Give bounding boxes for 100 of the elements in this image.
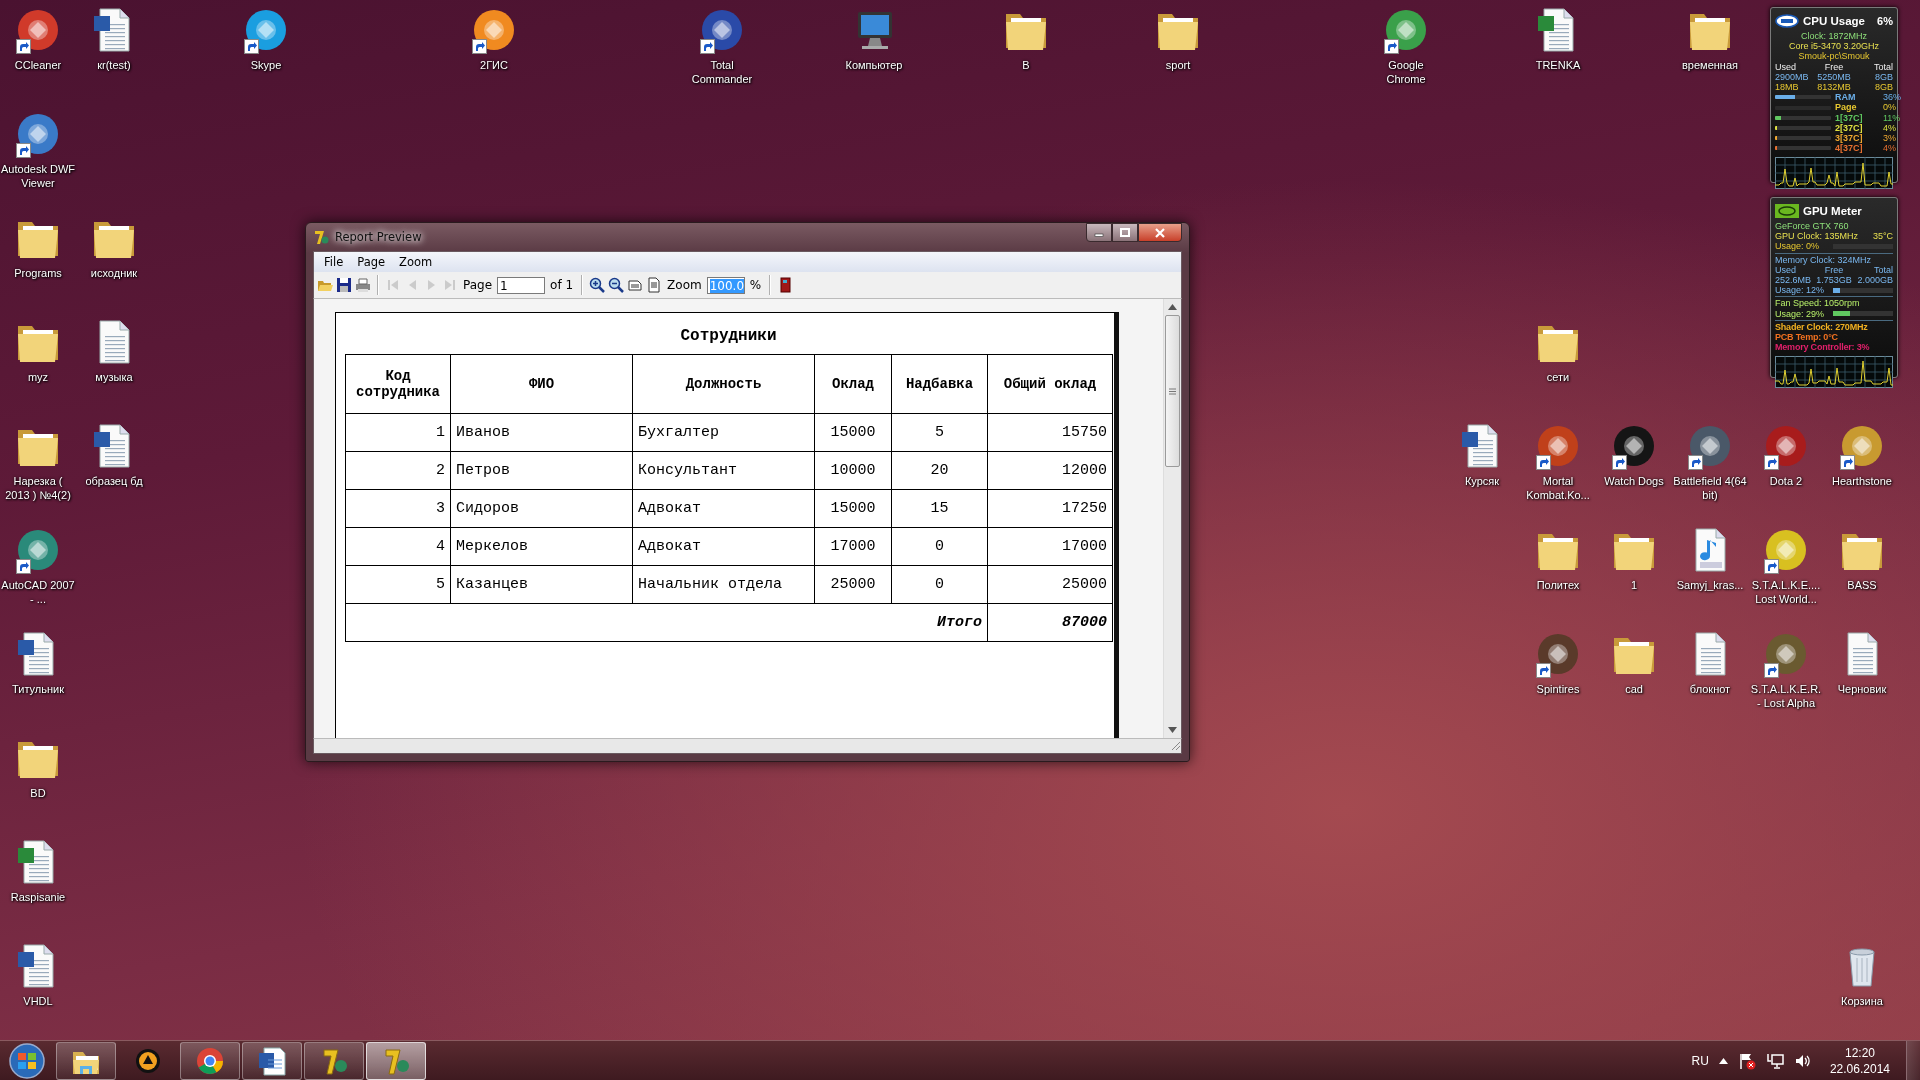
zoom-in-icon[interactable]: [589, 277, 606, 293]
page-field[interactable]: 1: [497, 276, 546, 294]
icon-label[interactable]: Autodesk DWF Viewer: [0, 162, 76, 190]
table-cell: 17250: [987, 489, 1113, 528]
window-title: Report Preview: [335, 230, 422, 244]
icon-label[interactable]: Hearthstone: [1832, 474, 1892, 488]
taskbar-button[interactable]: [56, 1041, 116, 1080]
sensor-text: PCB Temp: 0°C: [1775, 332, 1839, 343]
icon-label[interactable]: музыка: [95, 370, 133, 384]
minimize-button[interactable]: [1086, 223, 1112, 242]
resize-grip-icon[interactable]: [1169, 739, 1181, 751]
user-text: Smouk-pc\Smouk: [1797, 51, 1871, 62]
network-icon[interactable]: [1765, 1051, 1784, 1070]
meter-value: 11%: [1883, 112, 1901, 123]
icon-label[interactable]: Черновик: [1837, 682, 1887, 696]
close-button[interactable]: [1138, 223, 1182, 242]
icon-label[interactable]: myz: [27, 370, 49, 384]
table-cell: Адвокат: [632, 489, 815, 528]
icon-label[interactable]: VHDL: [23, 994, 53, 1008]
icon-label[interactable]: блокнот: [1689, 682, 1731, 696]
column-header: Free: [1823, 61, 1845, 72]
door-icon[interactable]: [777, 277, 794, 293]
scroll-down-icon[interactable]: [1168, 727, 1177, 733]
taskbar-button[interactable]: [366, 1041, 426, 1080]
icon-label[interactable]: Компьютер: [845, 58, 903, 72]
clock-date[interactable]: 22.06.2014: [1829, 1060, 1890, 1077]
up-arrow-icon[interactable]: [1718, 1057, 1728, 1064]
table-cell: 15000: [814, 489, 892, 528]
taskbar-button[interactable]: [304, 1041, 364, 1080]
language-indicator[interactable]: RU: [1691, 1053, 1709, 1068]
icon-label[interactable]: Raspisanie: [10, 890, 66, 904]
taskbar-button[interactable]: [180, 1041, 240, 1080]
vertical-scrollbar[interactable]: [1163, 299, 1181, 738]
clock-time[interactable]: 12:20: [1844, 1044, 1875, 1061]
icon-label[interactable]: образец бд: [85, 474, 143, 488]
grip-lines-icon[interactable]: [1169, 387, 1176, 395]
show-desktop-button[interactable]: [1906, 1040, 1920, 1080]
memory-value: 8GB: [1873, 71, 1893, 82]
column-header: Used: [1775, 61, 1797, 72]
icon-label[interactable]: S.T.A.L.K.E.... Lost World...: [1748, 578, 1824, 606]
printer-icon[interactable]: [355, 277, 371, 293]
column-header: Total: [1872, 61, 1893, 72]
icon-label[interactable]: сети: [1546, 370, 1570, 384]
menu-item[interactable]: Page: [351, 253, 392, 271]
document-icon[interactable]: [256, 1045, 288, 1076]
icon-label[interactable]: Dota 2: [1769, 474, 1803, 488]
icon-label[interactable]: sport: [1165, 58, 1191, 72]
icon-label[interactable]: BD: [30, 786, 46, 800]
table-cell: 25000: [987, 565, 1113, 604]
icon-label[interactable]: cad: [1625, 682, 1643, 696]
icon-label[interactable]: B: [1022, 58, 1030, 72]
icon-label[interactable]: Total Commander: [684, 58, 760, 86]
icon-label[interactable]: временная: [1682, 58, 1738, 72]
browser-icon[interactable]: [194, 1045, 226, 1076]
scrollbar-thumb[interactable]: [1165, 315, 1180, 467]
field-suffix: of 1: [550, 278, 574, 292]
clock-text: Clock: 1872MHz: [1800, 31, 1868, 42]
table-cell: 1: [345, 413, 451, 452]
icon-label[interactable]: Нарезка ( 2013 ) №4(2): [0, 474, 76, 502]
icon-label[interactable]: Spintires: [1536, 682, 1580, 696]
table-cell: 17000: [987, 527, 1113, 566]
usage-text: Usage: 29%: [1775, 308, 1826, 319]
field-label: Page: [463, 278, 493, 292]
icon-label[interactable]: AutoCAD 2007 - ...: [0, 578, 76, 606]
zoom-out-icon[interactable]: [608, 277, 625, 293]
icon-label[interactable]: TRENKA: [1535, 58, 1581, 72]
flag-icon[interactable]: [1737, 1051, 1756, 1070]
menu-item[interactable]: File: [318, 253, 350, 271]
icon-label[interactable]: Samyj_kras...: [1676, 578, 1744, 592]
icon-label[interactable]: Google Chrome: [1368, 58, 1444, 86]
icon-label[interactable]: исходник: [90, 266, 138, 280]
icon-label[interactable]: Battlefield 4(64 bit): [1672, 474, 1748, 502]
close-icon[interactable]: [1154, 227, 1166, 238]
scroll-up-icon[interactable]: [1168, 304, 1177, 310]
icon-label[interactable]: BASS: [1847, 578, 1877, 592]
memory-value: 1.753GB: [1815, 275, 1853, 286]
icon-label[interactable]: Курсяк: [1464, 474, 1500, 488]
icon-label[interactable]: 1: [1630, 578, 1638, 592]
icon-label[interactable]: Корзина: [1841, 994, 1883, 1008]
floppy-disk-icon[interactable]: [336, 277, 352, 293]
table-cell: Иванов: [450, 413, 633, 452]
maximize-icon[interactable]: [1119, 227, 1131, 238]
icon-label[interactable]: Skype: [250, 58, 282, 72]
icon-label[interactable]: кr(test): [97, 58, 131, 72]
column-header: Total: [1872, 264, 1893, 275]
icon-label[interactable]: Титульник: [12, 682, 64, 696]
table-cell: 0: [891, 527, 988, 566]
table-cell: Меркелов: [450, 527, 633, 566]
taskbar-button[interactable]: [242, 1041, 302, 1080]
icon-label[interactable]: Watch Dogs: [1604, 474, 1664, 488]
icon-label[interactable]: S.T.A.L.K.E.R. - Lost Alpha: [1748, 682, 1824, 710]
icon-label[interactable]: CCleaner: [14, 58, 62, 72]
page-width-icon[interactable]: [627, 277, 644, 293]
icon-label[interactable]: Programs: [14, 266, 62, 280]
table-cell: 3: [345, 489, 451, 528]
icon-label[interactable]: Mortal Kombat.Ko...: [1520, 474, 1596, 502]
menu-item[interactable]: Zoom: [393, 253, 439, 271]
icon-label[interactable]: 2ГИС: [480, 58, 508, 72]
icon-label[interactable]: Политех: [1536, 578, 1580, 592]
maximize-button[interactable]: [1112, 223, 1138, 242]
